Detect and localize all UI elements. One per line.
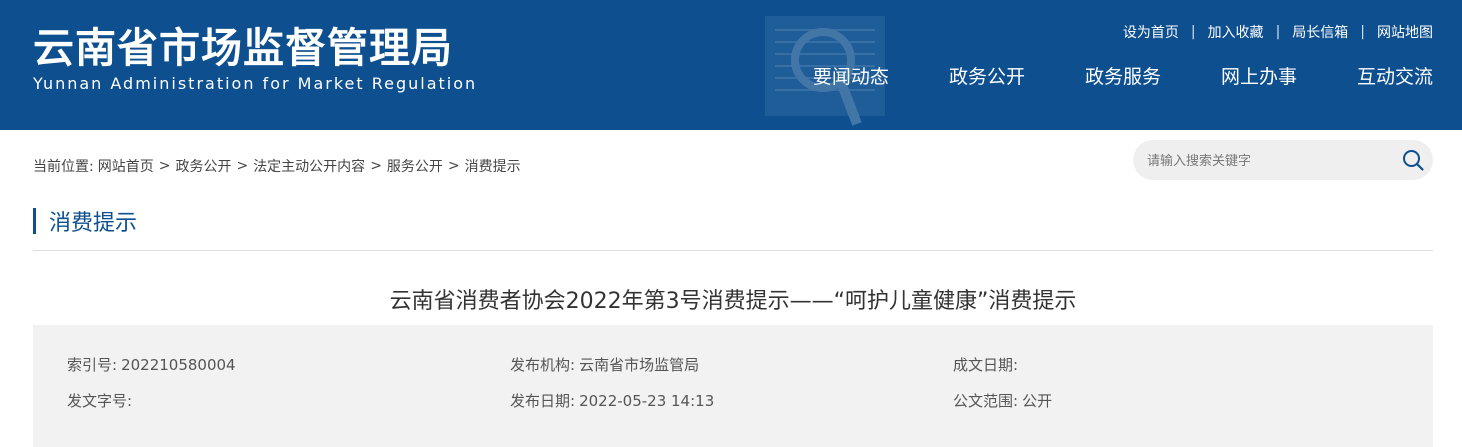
meta-index: 索引号: 202210580004 bbox=[67, 354, 236, 375]
site-title-en: Yunnan Administration for Market Regulat… bbox=[33, 74, 478, 93]
set-homepage-link[interactable]: 设为首页 bbox=[1123, 22, 1179, 42]
breadcrumb-service-disclosure[interactable]: 服务公开 bbox=[387, 156, 443, 176]
site-title-cn[interactable]: 云南省市场监督管理局 bbox=[33, 14, 453, 74]
nav-item-online-services[interactable]: 网上办事 bbox=[1221, 62, 1297, 89]
meta-org-value: 云南省市场监管局 bbox=[579, 356, 700, 374]
breadcrumb-home[interactable]: 网站首页 bbox=[98, 156, 154, 176]
search-input[interactable] bbox=[1145, 140, 1399, 182]
breadcrumb-separator: > bbox=[158, 158, 171, 174]
separator: | bbox=[1360, 24, 1365, 40]
separator: | bbox=[1275, 24, 1281, 40]
breadcrumb-government-affairs[interactable]: 政务公开 bbox=[175, 156, 231, 176]
meta-scope: 公文范围: 公开 bbox=[953, 390, 1052, 411]
section-heading: 消费提示 bbox=[33, 206, 137, 236]
breadcrumb: 当前位置: 网站首页 > 政务公开 > 法定主动公开内容 > 服务公开 > 消费… bbox=[33, 156, 521, 176]
section-title: 消费提示 bbox=[49, 211, 138, 236]
breadcrumb-prefix: 当前位置: bbox=[33, 159, 94, 175]
meta-publish-value: 2022-05-23 14:13 bbox=[579, 392, 715, 410]
meta-publish-label: 发布日期: bbox=[510, 392, 576, 410]
top-links: 设为首页 | 加入收藏 | 局长信箱 | 网站地图 bbox=[1123, 22, 1433, 42]
meta-scope-label: 公文范围: bbox=[953, 392, 1019, 410]
nav-item-news[interactable]: 要闻动态 bbox=[813, 62, 889, 89]
site-header: 云南省市场监督管理局 Yunnan Administration for Mar… bbox=[0, 0, 1462, 130]
director-mailbox-link[interactable]: 局长信箱 bbox=[1292, 22, 1348, 42]
main-nav: 要闻动态 政务公开 政务服务 网上办事 互动交流 bbox=[813, 62, 1433, 89]
breadcrumb-statutory-disclosure[interactable]: 法定主动公开内容 bbox=[253, 156, 365, 176]
divider bbox=[33, 250, 1433, 251]
breadcrumb-consumer-tips[interactable]: 消费提示 bbox=[465, 156, 521, 176]
article-title: 云南省消费者协会2022年第3号消费提示——“呵护儿童健康”消费提示 bbox=[389, 289, 1077, 314]
article-meta-panel: 索引号: 202210580004 发布机构: 云南省市场监管局 成文日期: 发文字… bbox=[33, 325, 1433, 447]
separator: | bbox=[1190, 24, 1196, 40]
meta-index-value: 202210580004 bbox=[121, 356, 236, 374]
meta-scope-value: 公开 bbox=[1022, 392, 1053, 410]
breadcrumb-separator: > bbox=[447, 158, 460, 174]
meta-index-label: 索引号: bbox=[67, 356, 118, 374]
search-box bbox=[1133, 140, 1433, 182]
search-icon[interactable] bbox=[1401, 148, 1425, 172]
nav-item-interaction[interactable]: 互动交流 bbox=[1357, 62, 1433, 89]
meta-written-date: 成文日期: bbox=[953, 354, 1022, 375]
sitemap-link[interactable]: 网站地图 bbox=[1377, 22, 1433, 42]
nav-item-government-services[interactable]: 政务服务 bbox=[1085, 62, 1161, 89]
breadcrumb-separator: > bbox=[236, 158, 249, 174]
breadcrumb-separator: > bbox=[370, 158, 382, 174]
nav-item-government-affairs[interactable]: 政务公开 bbox=[949, 62, 1025, 89]
add-favorite-link[interactable]: 加入收藏 bbox=[1208, 22, 1264, 42]
meta-publish-date: 发布日期: 2022-05-23 14:13 bbox=[510, 390, 714, 411]
meta-org: 发布机构: 云南省市场监管局 bbox=[510, 354, 699, 375]
meta-doc-number: 发文字号: bbox=[67, 390, 136, 411]
meta-written-label: 成文日期: bbox=[953, 356, 1019, 374]
meta-doc-label: 发文字号: bbox=[67, 392, 133, 410]
section-accent-bar bbox=[33, 208, 36, 234]
meta-org-label: 发布机构: bbox=[510, 356, 576, 374]
